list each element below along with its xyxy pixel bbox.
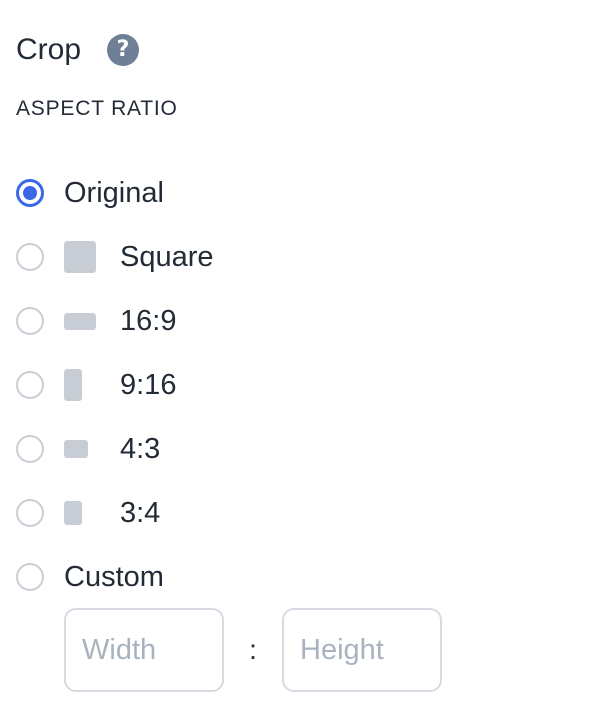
option-3-4[interactable]: 3:4 (16, 481, 576, 545)
radio-original[interactable] (16, 179, 44, 207)
option-label: 3:4 (120, 497, 161, 529)
option-custom[interactable]: Custom (16, 545, 576, 609)
swatch-slot (64, 417, 104, 481)
option-label: Custom (64, 561, 164, 593)
option-original[interactable]: Original (16, 161, 576, 225)
square-ratio-icon (64, 241, 96, 273)
radio-16-9[interactable] (16, 307, 44, 335)
panel-title: Crop (16, 33, 82, 66)
width-input[interactable] (64, 608, 224, 692)
height-input[interactable] (282, 608, 442, 692)
crop-panel: Crop ? ASPECT RATIO Original Square 16:9 (16, 0, 576, 722)
option-4-3[interactable]: 4:3 (16, 417, 576, 481)
option-16-9[interactable]: 16:9 (16, 289, 576, 353)
option-label: Square (120, 241, 214, 273)
aspect-ratio-label: ASPECT RATIO (16, 97, 178, 120)
option-label: Original (64, 177, 164, 209)
swatch-slot (64, 225, 104, 289)
option-square[interactable]: Square (16, 225, 576, 289)
radio-custom[interactable] (16, 563, 44, 591)
aspect-ratio-options: Original Square 16:9 9:16 4:3 3:4 Custom (16, 161, 576, 609)
swatch-slot (64, 353, 104, 417)
option-label: 16:9 (120, 305, 177, 337)
option-label: 9:16 (120, 369, 177, 401)
option-9-16[interactable]: 9:16 (16, 353, 576, 417)
landscape-4-3-icon (64, 440, 88, 458)
swatch-slot (64, 481, 104, 545)
portrait-3-4-icon (64, 501, 82, 525)
landscape-16-9-icon (64, 312, 96, 330)
custom-ratio-inputs: : (64, 608, 442, 692)
help-icon[interactable]: ? (107, 34, 140, 66)
option-label: 4:3 (120, 433, 161, 465)
radio-square[interactable] (16, 243, 44, 271)
panel-header: Crop ? (16, 28, 140, 72)
portrait-9-16-icon (64, 369, 82, 401)
swatch-slot (64, 289, 104, 353)
radio-9-16[interactable] (16, 371, 44, 399)
radio-4-3[interactable] (16, 435, 44, 463)
ratio-separator: : (249, 634, 257, 665)
radio-3-4[interactable] (16, 499, 44, 527)
